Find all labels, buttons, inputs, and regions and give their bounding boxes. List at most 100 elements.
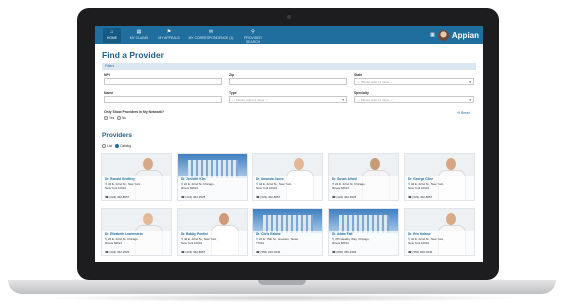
provider-card[interactable]: Dr. Jennifer Kim ⚲ 22 E. 22nd St. Chicago… bbox=[177, 153, 248, 201]
provider-address-text: 44 E. 22nd St., New York, New York 10001 bbox=[408, 182, 444, 190]
npi-input[interactable] bbox=[104, 78, 222, 85]
radio-selected-icon bbox=[115, 144, 119, 148]
state-select-value: --- Please select a value --- bbox=[357, 80, 394, 84]
provider-phone-text: (223) 462-8657 bbox=[412, 195, 433, 199]
provider-address: ⚲ 44 E. 22nd St., New York, New York 100… bbox=[408, 237, 450, 245]
provider-info: Dr. Amanda Jones ⚲ 44 E. 22nd St., New Yo… bbox=[253, 176, 322, 200]
provider-name[interactable]: Dr. Bobby Pontini bbox=[181, 232, 208, 236]
provider-photo bbox=[329, 209, 398, 233]
network-label: Only Show Providers in My Network? bbox=[104, 110, 165, 114]
user-avatar[interactable] bbox=[437, 29, 449, 41]
provider-name[interactable]: Dr. Eric Kalane bbox=[408, 232, 431, 236]
provider-address-text: 44 E. 22nd St., New York, New York 10001 bbox=[408, 237, 444, 245]
provider-name[interactable]: Dr. Adam Falt bbox=[332, 232, 352, 236]
provider-name[interactable]: Dr. Ronald Geoffrey bbox=[105, 177, 135, 181]
provider-name[interactable]: Dr. Amanda Jones bbox=[256, 177, 284, 181]
appian-logo: Appian bbox=[451, 30, 479, 40]
provider-info: Dr. Jennifer Kim ⚲ 22 E. 22nd St. Chicago… bbox=[178, 176, 247, 200]
name-input[interactable] bbox=[104, 96, 222, 103]
network-yes-label: Yes bbox=[109, 116, 115, 120]
view-catalog-radio[interactable]: Catalog bbox=[115, 144, 131, 148]
nav-home[interactable]: ⌂ HOME bbox=[103, 28, 121, 43]
provider-phone-text: (223) 462-8657 bbox=[109, 195, 130, 199]
view-list-radio[interactable]: List bbox=[102, 144, 112, 148]
network-no-radio[interactable]: No bbox=[117, 116, 126, 120]
correspondence-icon: ✉ bbox=[208, 29, 214, 35]
provider-phone: ☎ (224) 462-2525 bbox=[181, 195, 205, 199]
provider-address-text: 22 E. 75th St., Houston, Texas 77001 bbox=[256, 237, 298, 245]
reset-label: Reset bbox=[460, 111, 470, 115]
specialty-label: Specialty bbox=[354, 91, 369, 95]
provider-photo bbox=[253, 209, 322, 233]
provider-phone: ☎ (555) 220-0346 bbox=[256, 250, 280, 254]
app-grid-icon[interactable]: ▦ bbox=[430, 32, 435, 38]
provider-card[interactable]: Dr. George Cline ⚲ 44 E. 22nd St., New Yo… bbox=[404, 153, 475, 201]
provider-name[interactable]: Dr. Elizabeth Lowenstein bbox=[105, 232, 143, 236]
top-nav: ⌂ HOME ▤ MY CLAIMS ⚑ MY APPEALS ✉ MY COR… bbox=[95, 26, 483, 44]
provider-phone-text: (224) 462-2525 bbox=[109, 250, 130, 254]
nav-my-appeals[interactable]: ⚑ MY APPEALS bbox=[155, 28, 183, 43]
brand-area: ▦ Appian bbox=[430, 28, 479, 42]
provider-address: ⚲ 475 Healthy Way, Chicago, Illinois 606… bbox=[332, 237, 374, 245]
chevron-down-icon: ▾ bbox=[342, 98, 344, 102]
radio-icon bbox=[104, 116, 108, 120]
provider-card[interactable]: Dr. Amanda Jones ⚲ 44 E. 22nd St., New Yo… bbox=[252, 153, 323, 201]
provider-card[interactable]: Dr. Chris Kalane ⚲ 22 E. 75th St., Housto… bbox=[252, 208, 323, 256]
provider-name[interactable]: Dr. Chris Kalane bbox=[256, 232, 281, 236]
laptop-shadow bbox=[40, 294, 524, 302]
provider-phone: ☎ (555) 820-0346 bbox=[408, 250, 432, 254]
chevron-down-icon: ▾ bbox=[469, 80, 471, 84]
network-no-label: No bbox=[122, 116, 127, 120]
network-yes-radio[interactable]: Yes bbox=[104, 116, 114, 120]
nav-provider-search[interactable]: ⚲ PROVIDER SEARCH bbox=[237, 28, 269, 44]
provider-phone: ☎ (224) 462-2525 bbox=[332, 195, 356, 199]
view-catalog-label: Catalog bbox=[120, 144, 131, 148]
type-label: Type bbox=[229, 91, 237, 95]
provider-address: ⚲ 44 E. 22nd St., New York, New York 100… bbox=[181, 237, 223, 245]
type-select[interactable]: --- Please select a value --- ▾ bbox=[229, 96, 347, 103]
provider-phone: ☎ (223) 462-8657 bbox=[256, 195, 280, 199]
radio-icon bbox=[117, 116, 121, 120]
reset-link[interactable]: ⟲ Reset bbox=[457, 111, 470, 115]
provider-card[interactable]: Dr. Adam Falt ⚲ 475 Healthy Way, Chicago,… bbox=[328, 208, 399, 256]
provider-info: Dr. Ronald Geoffrey ⚲ 44 E. 22nd St., New… bbox=[102, 176, 171, 200]
provider-address-text: 44 E. 22nd St., New York, New York 10001 bbox=[181, 237, 217, 245]
nav-my-claims-label: MY CLAIMS bbox=[129, 36, 149, 40]
nav-my-claims[interactable]: ▤ MY CLAIMS bbox=[127, 28, 151, 43]
provider-card[interactable]: Dr. Bobby Pontini ⚲ 44 E. 22nd St., New Y… bbox=[177, 208, 248, 256]
laptop-base-notch bbox=[258, 280, 306, 285]
provider-info: Dr. George Cline ⚲ 44 E. 22nd St., New Yo… bbox=[405, 176, 474, 200]
provider-card[interactable]: Dr. Elizabeth Lowenstein ⚲ 22 E. 22nd St.… bbox=[101, 208, 172, 256]
provider-address-text: 44 E. 22nd St., New York, New York 10001 bbox=[105, 182, 141, 190]
provider-card[interactable]: Dr. Eric Kalane ⚲ 44 E. 22nd St., New Yor… bbox=[404, 208, 475, 256]
chevron-down-icon: ▾ bbox=[469, 98, 471, 102]
provider-address: ⚲ 22 E. 22nd St. Chicago, Illinois 60613 bbox=[332, 182, 374, 190]
provider-card[interactable]: Dr. Ronald Geoffrey ⚲ 44 E. 22nd St., New… bbox=[101, 153, 172, 201]
filters-header[interactable]: Filters bbox=[102, 63, 476, 70]
provider-phone-text: (224) 462-2525 bbox=[185, 195, 206, 199]
provider-card[interactable]: Dr. Susan Alford ⚲ 22 E. 22nd St. Chicago… bbox=[328, 153, 399, 201]
location-pin-icon: ⚲ bbox=[251, 29, 255, 35]
provider-phone-text: (223) 462-8657 bbox=[185, 250, 206, 254]
laptop-screen: ⌂ HOME ▤ MY CLAIMS ⚑ MY APPEALS ✉ MY COR… bbox=[95, 26, 483, 262]
name-label: Name bbox=[104, 91, 114, 95]
provider-phone: ☎ (800) 356-3356 bbox=[332, 250, 356, 254]
provider-name[interactable]: Dr. Jennifer Kim bbox=[181, 177, 205, 181]
nav-my-correspondence-label: MY CORRESPONDENCE (1) bbox=[188, 36, 234, 40]
view-list-label: List bbox=[107, 144, 112, 148]
provider-address-text: 22 E. 22nd St. Chicago, Illinois 60613 bbox=[332, 182, 366, 190]
state-label: State bbox=[354, 73, 363, 77]
provider-address: ⚲ 22 E. 22nd St. Chicago, Illinois 60613 bbox=[181, 182, 223, 190]
nav-my-correspondence[interactable]: ✉ MY CORRESPONDENCE (1) bbox=[187, 28, 235, 43]
provider-address-text: 475 Healthy Way, Chicago, Illinois 60613 bbox=[332, 237, 370, 245]
provider-address: ⚲ 22 E. 75th St., Houston, Texas 77001 bbox=[256, 237, 298, 245]
radio-icon bbox=[102, 144, 106, 148]
provider-name[interactable]: Dr. Susan Alford bbox=[332, 177, 357, 181]
specialty-select[interactable]: --- Please select a value --- ▾ bbox=[354, 96, 474, 103]
provider-phone: ☎ (223) 462-8657 bbox=[181, 250, 205, 254]
zip-input[interactable] bbox=[229, 78, 347, 85]
provider-address-text: 22 E. 22nd St. Chicago, Illinois 60613 bbox=[181, 182, 215, 190]
specialty-select-value: --- Please select a value --- bbox=[357, 98, 394, 102]
provider-name[interactable]: Dr. George Cline bbox=[408, 177, 433, 181]
state-select[interactable]: --- Please select a value --- ▾ bbox=[354, 78, 474, 85]
